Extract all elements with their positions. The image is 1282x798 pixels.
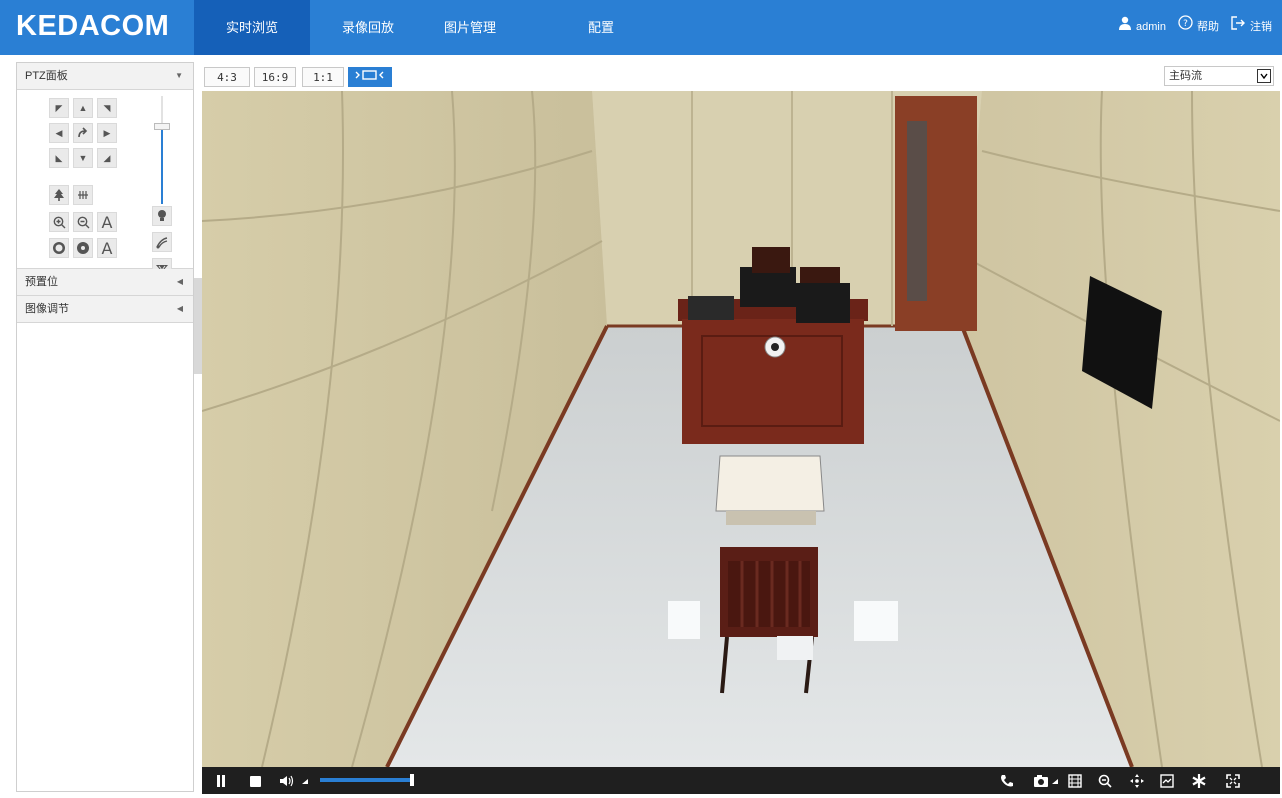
ptz-up-left-button[interactable]: ◤ xyxy=(49,98,69,118)
brand-logo: KEDACOM xyxy=(16,10,170,42)
playback-control-bar xyxy=(202,767,1280,794)
tab-config[interactable]: 配置 xyxy=(543,0,659,55)
ptz-controls: ◤ ▲ ◥ ◀ ▶ ◣ ▼ ◢ A A xyxy=(17,90,193,278)
bulb-icon xyxy=(158,210,166,221)
snapshot-dropdown-icon[interactable] xyxy=(1050,772,1060,790)
view-toolbar: 4:3 16:9 1:1 主码流 xyxy=(202,62,1280,91)
preset-section-header[interactable]: 预置位 ◀ xyxy=(17,269,193,296)
volume-icon[interactable] xyxy=(278,772,296,790)
user-area: admin ? 帮助 注销 xyxy=(1118,0,1272,55)
ptz-move-icon[interactable] xyxy=(1128,772,1146,790)
image-adjust-section-header[interactable]: 图像调节 ◀ xyxy=(17,296,193,323)
chevron-left-icon: ◀ xyxy=(176,277,183,286)
user-icon xyxy=(1118,0,1132,55)
auto-iris-button[interactable]: A xyxy=(97,238,117,258)
chevron-down-icon xyxy=(1257,69,1271,83)
wiper-button[interactable] xyxy=(152,232,172,252)
panel-collapse-handle[interactable] xyxy=(194,278,202,374)
logout-link[interactable]: 注销 xyxy=(1250,0,1272,55)
iris-close-button[interactable] xyxy=(73,238,93,258)
snapshot-icon[interactable] xyxy=(1032,772,1050,790)
tab-picture-management[interactable]: 图片管理 xyxy=(412,0,528,55)
ptz-up-button[interactable]: ▲ xyxy=(73,98,93,118)
tab-playback[interactable]: 录像回放 xyxy=(310,0,426,55)
svg-text:?: ? xyxy=(1183,19,1188,29)
zoom-icon[interactable] xyxy=(1096,772,1114,790)
pause-icon[interactable] xyxy=(212,772,230,790)
ptz-left-button[interactable]: ◀ xyxy=(49,123,69,143)
ptz-right-button[interactable]: ▶ xyxy=(97,123,117,143)
region-icon[interactable] xyxy=(1158,772,1176,790)
help-link[interactable]: 帮助 xyxy=(1197,0,1219,55)
video-frame xyxy=(202,91,1280,767)
volume-slider[interactable] xyxy=(320,778,412,782)
left-panel: PTZ面板 ▼ ◤ ▲ ◥ ◀ ▶ ◣ ▼ ◢ A A 预置位 ◀ 图像调节 ◀ xyxy=(16,62,194,792)
zoom-out-icon xyxy=(77,216,89,228)
ratio-4-3-button[interactable]: 4:3 xyxy=(204,67,250,87)
ptz-down-button[interactable]: ▼ xyxy=(73,148,93,168)
ratio-16-9-button[interactable]: 16:9 xyxy=(254,67,296,87)
stream-select[interactable]: 主码流 xyxy=(1164,66,1274,86)
volume-slider-handle[interactable] xyxy=(410,774,414,786)
chevron-down-icon: ▼ xyxy=(175,71,183,80)
iris-close-icon xyxy=(77,242,89,254)
preset-section-title: 预置位 xyxy=(25,276,58,288)
stream-select-value: 主码流 xyxy=(1169,70,1202,82)
top-nav-bar: KEDACOM 实时浏览 录像回放 图片管理 配置 admin ? 帮助 注销 xyxy=(0,0,1282,55)
zoom-out-button[interactable] xyxy=(73,212,93,232)
chevron-left-icon: ◀ xyxy=(176,304,183,313)
stop-icon[interactable] xyxy=(246,772,264,790)
record-icon[interactable] xyxy=(1066,772,1084,790)
ptz-speed-slider[interactable] xyxy=(161,96,163,204)
talk-icon[interactable] xyxy=(998,772,1016,790)
speed-slider-handle[interactable] xyxy=(154,123,170,131)
image-adjust-section-title: 图像调节 xyxy=(25,303,69,315)
ptz-auto-scan-button[interactable] xyxy=(73,123,93,143)
zoom-in-button[interactable] xyxy=(49,212,69,232)
ptz-up-right-button[interactable]: ◥ xyxy=(97,98,117,118)
rotate-icon xyxy=(78,127,88,138)
ptz-defog-button[interactable] xyxy=(73,185,93,205)
iris-open-icon xyxy=(53,242,65,254)
star-icon[interactable] xyxy=(1190,772,1208,790)
grid-lines-icon xyxy=(78,191,88,199)
ptz-panel-header[interactable]: PTZ面板 ▼ xyxy=(17,63,193,90)
ptz-panel-title: PTZ面板 xyxy=(25,70,68,82)
light-button[interactable] xyxy=(152,206,172,226)
zoom-in-icon xyxy=(53,216,65,228)
tab-live-view[interactable]: 实时浏览 xyxy=(194,0,310,55)
ptz-down-right-button[interactable]: ◢ xyxy=(97,148,117,168)
help-icon[interactable]: ? xyxy=(1178,0,1193,55)
iris-open-button[interactable] xyxy=(49,238,69,258)
fullscreen-icon[interactable] xyxy=(1224,772,1242,790)
ptz-down-left-button[interactable]: ◣ xyxy=(49,148,69,168)
volume-slider-fill xyxy=(320,778,412,782)
wiper-icon xyxy=(156,237,168,249)
username[interactable]: admin xyxy=(1136,0,1166,55)
auto-focus-button[interactable]: A xyxy=(97,212,117,232)
tree-icon xyxy=(54,189,64,201)
ratio-fit-button[interactable] xyxy=(348,67,392,87)
live-video[interactable] xyxy=(202,91,1280,767)
logout-icon[interactable] xyxy=(1231,0,1246,55)
fit-window-icon xyxy=(355,70,384,80)
ptz-wiper-button[interactable] xyxy=(49,185,69,205)
ratio-1-1-button[interactable]: 1:1 xyxy=(302,67,344,87)
volume-dropdown-icon[interactable] xyxy=(300,772,310,790)
speed-slider-fill xyxy=(161,126,163,204)
